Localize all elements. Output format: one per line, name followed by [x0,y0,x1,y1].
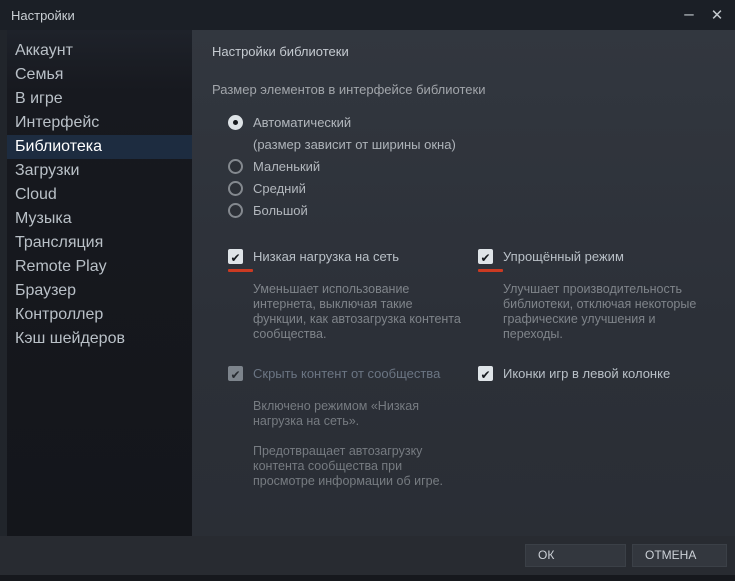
checkbox-checked-icon: ✔ [478,249,493,265]
sidebar-item-music[interactable]: Музыка [7,207,192,231]
page-title: Настройки библиотеки [212,44,349,59]
simplified-mode-section: ✔ Упрощённый режим Улучшает производител… [478,249,718,342]
radio-circle-icon [228,115,243,130]
footer: ОК ОТМЕНА [0,536,735,575]
checkbox-low-bandwidth-label: Низкая нагрузка на сеть [253,249,400,264]
checkbox-low-bandwidth[interactable]: ✔ Низкая нагрузка на сеть [228,249,478,265]
sidebar-item-account[interactable]: Аккаунт [7,39,192,63]
simplified-mode-description: Улучшает производительность библиотеки, … [503,282,697,341]
low-bandwidth-description: Уменьшает использование интернета, выклю… [253,282,461,341]
checkbox-checked-icon: ✔ [478,366,493,382]
radio-small[interactable]: Маленький [228,158,715,175]
hide-community-description-2: Предотвращает автозагрузку контента сооб… [253,444,444,488]
radio-automatic[interactable]: Автоматический [228,114,715,131]
checkbox-checked-icon: ✔ [228,249,243,265]
library-settings-panel: Настройки библиотеки Размер элементов в … [192,30,735,536]
checkbox-simplified-mode[interactable]: ✔ Упрощённый режим [478,249,718,265]
sidebar-item-interface[interactable]: Интерфейс [7,111,192,135]
minimize-icon[interactable]: – [681,5,697,22]
cancel-button[interactable]: ОТМЕНА [632,544,727,567]
size-radio-group: Автоматический (размер зависит от ширины… [228,114,715,219]
radio-medium-label: Средний [253,181,306,196]
sidebar-item-ingame[interactable]: В игре [7,87,192,111]
radio-large[interactable]: Большой [228,202,715,219]
size-section-label: Размер элементов в интерфейсе библиотеки [212,82,486,97]
sidebar-item-browser[interactable]: Браузер [7,279,192,303]
radio-circle-icon [228,159,243,174]
sidebar-item-broadcast[interactable]: Трансляция [7,231,192,255]
sidebar-item-library[interactable]: Библиотека [7,135,192,159]
sidebar-item-shader-cache[interactable]: Кэш шейдеров [7,327,192,351]
checkbox-hide-community-label: Скрыть контент от сообщества [253,366,441,381]
hide-community-section: ✔ Скрыть контент от сообщества Включено … [228,366,478,489]
red-underline [228,269,253,272]
radio-large-label: Большой [253,203,308,218]
radio-circle-icon [228,181,243,196]
sidebar-item-family[interactable]: Семья [7,63,192,87]
sidebar-item-downloads[interactable]: Загрузки [7,159,192,183]
close-icon[interactable]: ✕ [709,8,725,23]
hide-community-description-1: Включено режимом «Низкая нагрузка на сет… [253,399,420,428]
low-bandwidth-section: ✔ Низкая нагрузка на сеть Уменьшает испо… [228,249,478,342]
ok-button[interactable]: ОК [525,544,626,567]
sidebar-item-controller[interactable]: Контроллер [7,303,192,327]
radio-medium[interactable]: Средний [228,180,715,197]
checkbox-grid: ✔ Низкая нагрузка на сеть Уменьшает испо… [228,249,715,489]
checkbox-game-icons[interactable]: ✔ Иконки игр в левой колонке [478,366,718,382]
sidebar-item-remote-play[interactable]: Remote Play [7,255,192,279]
red-underline [478,269,503,272]
radio-small-label: Маленький [253,159,321,174]
window-title: Настройки [11,7,75,23]
radio-circle-icon [228,203,243,218]
checkbox-hide-community: ✔ Скрыть контент от сообщества [228,366,478,382]
checkbox-simplified-mode-label: Упрощённый режим [503,249,624,264]
checkbox-game-icons-label: Иконки игр в левой колонке [503,366,671,381]
radio-automatic-sublabel: (размер зависит от ширины окна) [253,137,456,152]
checkbox-checked-disabled-icon: ✔ [228,366,243,382]
window-controls: – ✕ [681,0,725,30]
titlebar: Настройки [0,0,735,30]
settings-sidebar: Аккаунт Семья В игре Интерфейс Библиотек… [7,30,192,536]
sidebar-item-cloud[interactable]: Cloud [7,183,192,207]
window-bottom-border [0,575,735,581]
game-icons-section: ✔ Иконки игр в левой колонке [478,366,718,489]
radio-automatic-label: Автоматический [253,115,352,130]
